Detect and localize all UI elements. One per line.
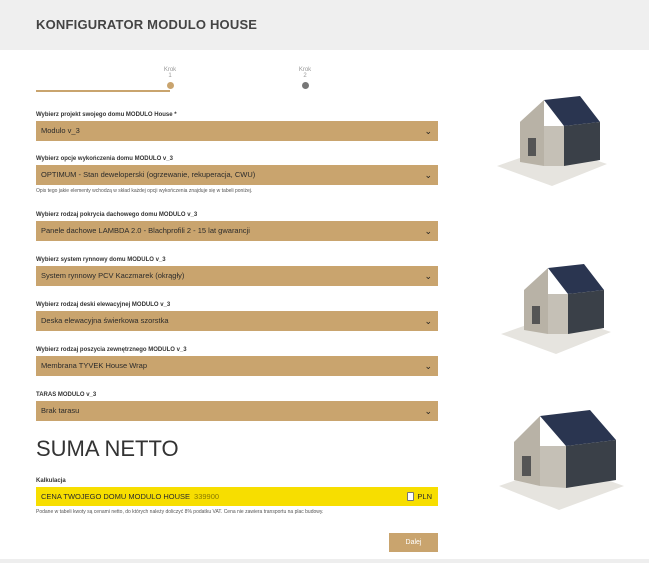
roof-select[interactable]: Panele dachowe LAMBDA 2.0 - Blachprofili… [36,221,438,241]
gutter-select[interactable]: System rynnowy PCV Kaczmarek (okrągły) ⌄ [36,266,438,286]
terrace-select-value: Brak tarasu [41,406,80,415]
roof-field: Wybierz rodzaj pokrycia dachowego domu M… [36,211,438,241]
chevron-down-icon: ⌄ [424,126,432,136]
gutter-field: Wybierz system rynnowy domu MODULO v_3 S… [36,256,438,286]
finish-label: Wybierz opcje wykończenia domu MODULO v_… [36,156,173,162]
price-value: 339900 [194,492,220,501]
membrane-select-value: Membrana TYVEK House Wrap [41,361,148,370]
terrace-select[interactable]: Brak tarasu ⌄ [36,401,438,421]
house-render-1 [497,96,607,186]
chevron-down-icon: ⌄ [424,170,432,180]
terrace-field: TARAS MODULO v_3 Brak tarasu ⌄ [36,391,438,421]
calculation-label: Kalkulacja [36,478,66,484]
project-label: Wybierz projekt swojego domu MODULO Hous… [36,112,177,118]
page-header: KONFIGURATOR MODULO HOUSE [0,0,649,50]
next-button[interactable]: Dalej [389,533,438,552]
step-1-dot [166,82,174,89]
chevron-down-icon: ⌄ [424,406,432,416]
step-2[interactable]: Krok 2 [290,67,320,89]
step-1[interactable]: Krok 1 [155,67,185,89]
roof-select-value: Panele dachowe LAMBDA 2.0 - Blachprofili… [41,226,250,235]
chevron-down-icon: ⌄ [424,226,432,236]
price-box: CENA TWOJEGO DOMU MODULO HOUSE 339900 PLN [36,487,438,506]
terrace-label: TARAS MODULO v_3 [36,392,97,398]
calculator-icon [407,492,414,501]
house-render-3 [499,410,624,510]
roof-label: Wybierz rodzaj pokrycia dachowego domu M… [36,212,198,218]
vat-note: Podane w tabeli kwoty są cenami netto, d… [36,509,324,515]
facade-label: Wybierz rodzaj deski elewacyjnej MODULO … [36,302,171,308]
chevron-down-icon: ⌄ [424,316,432,326]
step-1-number: 1 [168,73,172,79]
finish-select-value: OPTIMUM - Stan deweloperski (ogrzewanie,… [41,170,256,179]
chevron-down-icon: ⌄ [424,271,432,281]
finish-select[interactable]: OPTIMUM - Stan deweloperski (ogrzewanie,… [36,165,438,185]
gutter-label: Wybierz system rynnowy domu MODULO v_3 [36,257,166,263]
house-render-2 [501,264,611,354]
finish-field: Wybierz opcje wykończenia domu MODULO v_… [36,155,438,194]
membrane-label: Wybierz rodzaj poszycia zewnętrznego MOD… [36,347,187,353]
step-progress: Krok 1 Krok 2 [36,64,326,98]
step-progress-bar [36,90,170,92]
facade-field: Wybierz rodzaj deski elewacyjnej MODULO … [36,301,438,331]
chevron-down-icon: ⌄ [424,361,432,371]
summary-title: SUMA NETTO [36,436,179,461]
facade-select-value: Deska elewacyjna świerkowa szorstka [41,316,169,325]
page-bottom-divider [0,559,649,563]
calculation-field: Kalkulacja CENA TWOJEGO DOMU MODULO HOUS… [36,477,438,506]
price-label: CENA TWOJEGO DOMU MODULO HOUSE [41,492,191,501]
membrane-field: Wybierz rodzaj poszycia zewnętrznego MOD… [36,346,438,376]
facade-select[interactable]: Deska elewacyjna świerkowa szorstka ⌄ [36,311,438,331]
page-title: KONFIGURATOR MODULO HOUSE [36,17,258,32]
project-select[interactable]: Modulo v_3 ⌄ [36,121,438,141]
project-field: Wybierz projekt swojego domu MODULO Hous… [36,111,438,141]
finish-help-text: Opis tego jakie elementy wchodzą w skład… [36,188,253,194]
price-currency: PLN [417,492,432,501]
gutter-select-value: System rynnowy PCV Kaczmarek (okrągły) [41,271,185,280]
step-2-dot [301,82,309,89]
project-select-value: Modulo v_3 [41,126,80,135]
membrane-select[interactable]: Membrana TYVEK House Wrap ⌄ [36,356,438,376]
step-2-number: 2 [303,73,307,79]
